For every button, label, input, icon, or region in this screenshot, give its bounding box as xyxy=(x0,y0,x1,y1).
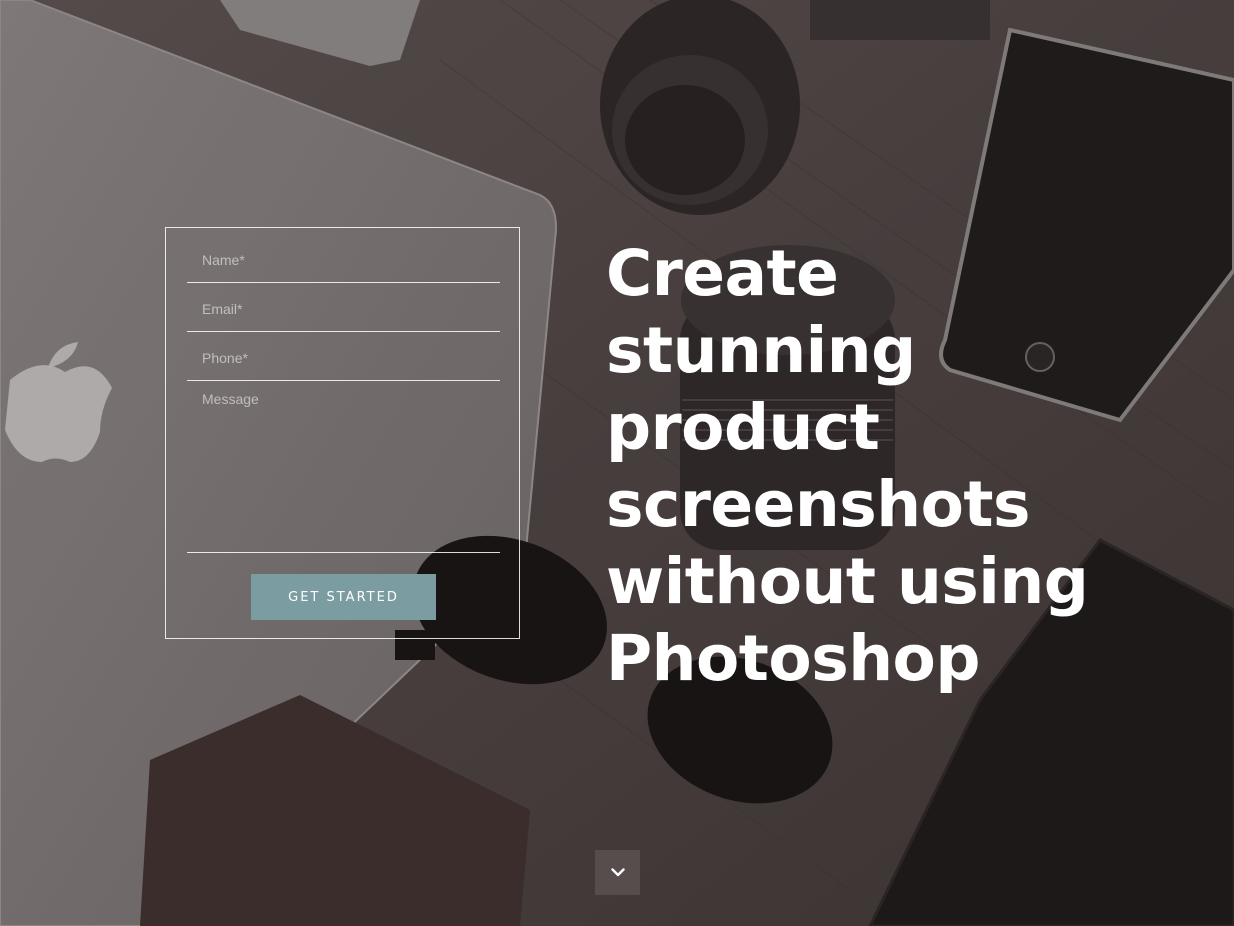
name-field-wrapper xyxy=(187,238,500,283)
hero-headline: Create stunning product screenshots with… xyxy=(606,235,1206,697)
hero-headline-line: Photoshop xyxy=(606,622,980,695)
chevron-down-icon xyxy=(610,868,625,877)
hero-headline-line: screenshots xyxy=(606,468,1030,541)
signup-form: GET STARTED xyxy=(165,227,520,639)
message-field-wrapper xyxy=(187,383,500,553)
phone-field-wrapper xyxy=(187,336,500,381)
hero-headline-line: Create xyxy=(606,237,839,310)
hero-headline-line: without using xyxy=(606,545,1089,618)
email-input[interactable] xyxy=(187,287,500,331)
email-field-wrapper xyxy=(187,287,500,332)
phone-input[interactable] xyxy=(187,336,500,380)
message-input[interactable] xyxy=(187,383,500,552)
scroll-down-button[interactable] xyxy=(595,850,640,895)
name-input[interactable] xyxy=(187,238,500,282)
get-started-button[interactable]: GET STARTED xyxy=(251,574,436,620)
hero-headline-line: product xyxy=(606,391,880,464)
hero-headline-line: stunning xyxy=(606,314,916,387)
